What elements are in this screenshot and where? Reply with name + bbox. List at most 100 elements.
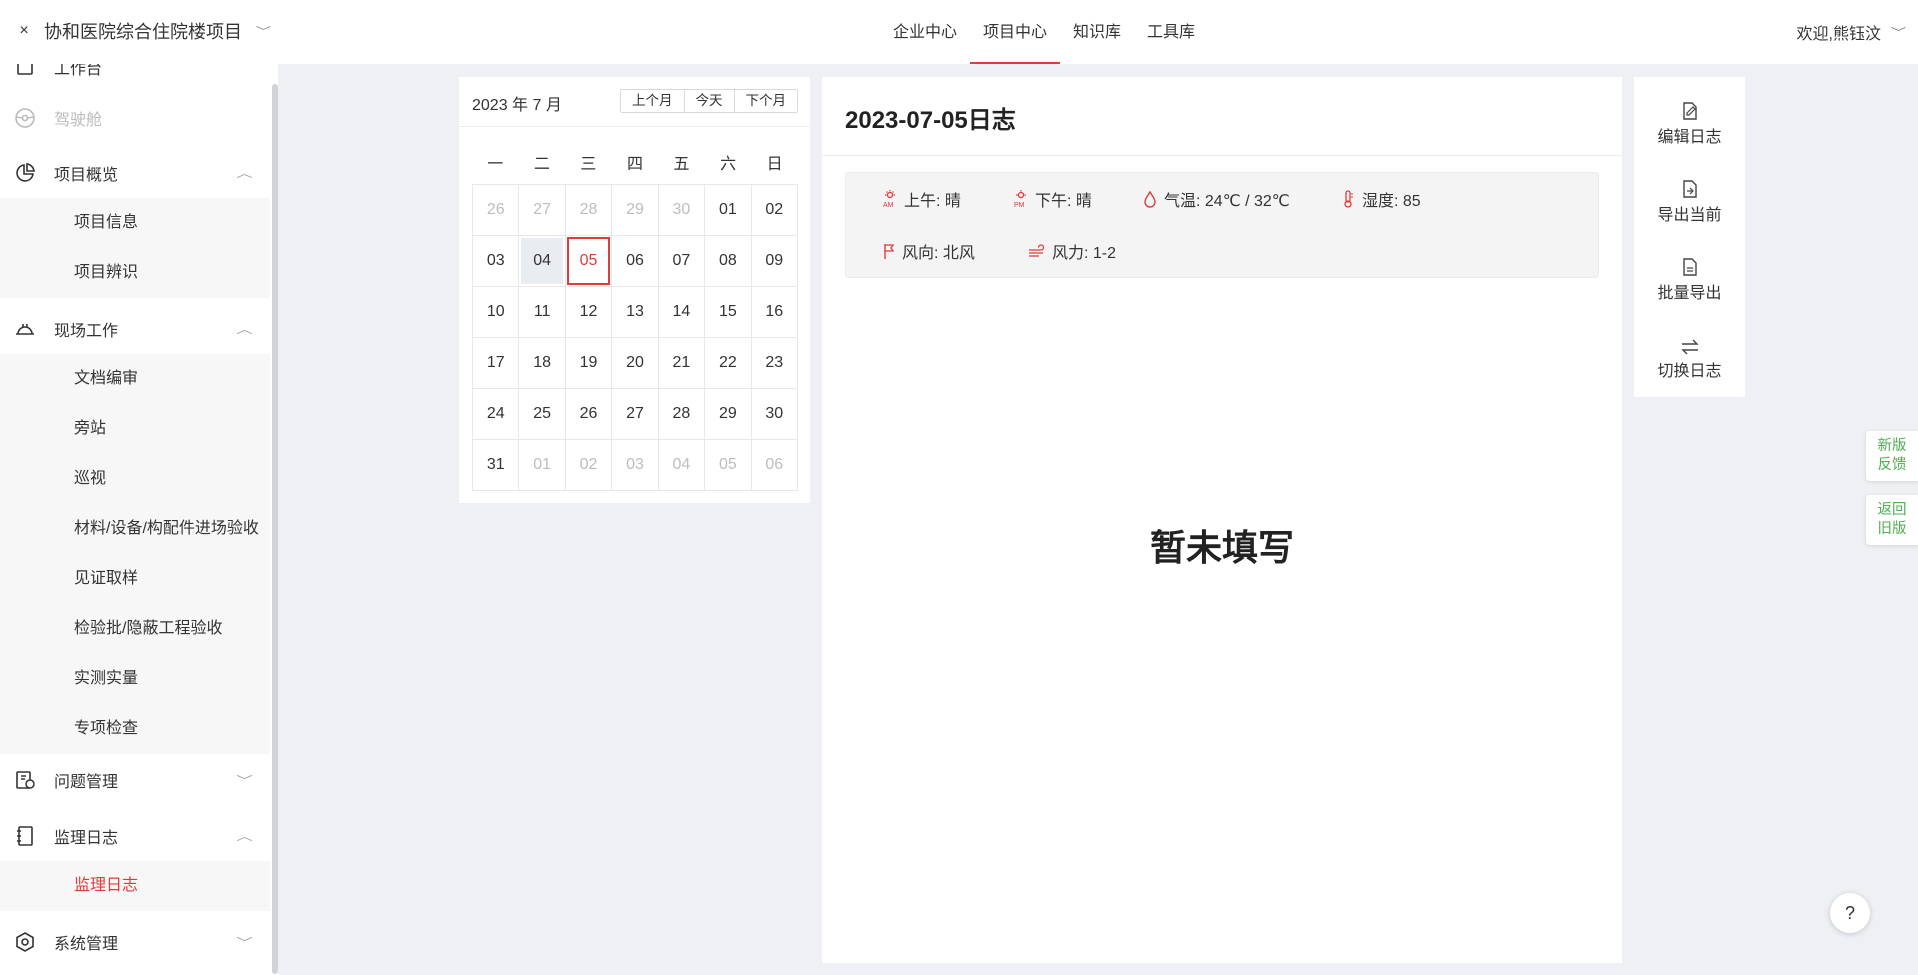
tab-knowledge-base[interactable]: 知识库 <box>1060 0 1134 64</box>
calendar-day[interactable]: 03 <box>473 236 520 287</box>
new-feedback-line2: 反馈 <box>1877 457 1907 473</box>
calendar-day[interactable]: 24 <box>473 389 520 440</box>
sidebar-item-issue-management[interactable]: 问题管理 ﹀ <box>0 755 270 805</box>
calendar-day[interactable]: 14 <box>658 287 706 338</box>
sidebar-item-side-station[interactable]: 旁站 <box>0 404 270 454</box>
calendar-day-number: 01 <box>533 456 552 473</box>
chevron-down-icon[interactable]: ﹀ <box>256 23 271 39</box>
sidebar-item-witness-sampling[interactable]: 见证取样 <box>0 554 270 604</box>
sidebar-item-doc-review[interactable]: 文档编审 <box>0 354 270 404</box>
calendar-day[interactable]: 13 <box>612 287 659 338</box>
sidebar-item-project-overview[interactable]: 项目概览 ︿ <box>0 148 270 198</box>
sidebar-item-supervision-log[interactable]: 监理日志 ︿ <box>0 811 270 861</box>
divider <box>459 126 810 127</box>
prev-month-button[interactable]: 上个月 <box>621 90 685 112</box>
calendar-day[interactable]: 05 <box>705 440 752 491</box>
chevron-up-icon[interactable]: ︿ <box>236 165 253 181</box>
calendar-day[interactable]: 22 <box>705 338 752 389</box>
calendar-day[interactable]: 02 <box>751 185 798 236</box>
next-month-button[interactable]: 下个月 <box>735 90 798 112</box>
weather-wind-force-text: 风力: 1-2 <box>1052 245 1117 262</box>
sidebar-scrollbar[interactable] <box>272 84 278 974</box>
tab-tool-library[interactable]: 工具库 <box>1134 0 1208 64</box>
calendar-day-number: 03 <box>486 252 505 269</box>
submenu-supervision-log: 监理日志 <box>0 861 270 911</box>
calendar-day[interactable]: 20 <box>612 338 659 389</box>
welcome-text[interactable]: 欢迎,熊钰汶 <box>1797 20 1881 44</box>
calendar-day[interactable]: 15 <box>705 287 752 338</box>
calendar-day[interactable]: 03 <box>612 440 659 491</box>
calendar-day-selected[interactable]: 05 <box>565 236 613 287</box>
sidebar-item-patrol[interactable]: 巡视 <box>0 454 270 504</box>
calendar-day[interactable]: 29 <box>705 389 752 440</box>
calendar-day[interactable]: 27 <box>612 389 659 440</box>
sidebar-item-material-acceptance[interactable]: 材料/设备/构配件进场验收 <box>0 504 270 554</box>
sidebar-item-inspection-lot[interactable]: 检验批/隐蔽工程验收 <box>0 604 270 654</box>
calendar-day[interactable]: 10 <box>473 287 520 338</box>
calendar-day[interactable]: 19 <box>565 338 613 389</box>
sidebar-item-workbench[interactable]: 工作台 <box>0 64 270 92</box>
sidebar: 工作台 驾驶舱 项目概览 ︿ 项目信息 项目辨识 现场工作 ︿ 文档编审 旁站 … <box>0 64 278 975</box>
sidebar-item-label: 工作台 <box>54 64 103 78</box>
calendar-day[interactable]: 28 <box>565 185 613 236</box>
chevron-up-icon[interactable]: ︿ <box>236 828 253 844</box>
calendar-day[interactable]: 09 <box>751 236 798 287</box>
calendar-day[interactable]: 16 <box>751 287 798 338</box>
sidebar-item-site-work[interactable]: 现场工作 ︿ <box>0 304 270 354</box>
calendar-day[interactable]: 31 <box>473 440 520 491</box>
calendar-day[interactable]: 06 <box>612 236 659 287</box>
help-button[interactable]: ? <box>1830 893 1870 933</box>
calendar-day[interactable]: 30 <box>658 185 706 236</box>
batch-export-button[interactable]: 批量导出 <box>1634 255 1745 315</box>
calendar-day[interactable]: 02 <box>565 440 613 491</box>
close-icon[interactable]: × <box>14 22 34 40</box>
chevron-down-icon[interactable]: ﹀ <box>236 772 253 788</box>
calendar-day[interactable]: 01 <box>705 185 752 236</box>
sidebar-item-label: 现场工作 <box>54 323 119 340</box>
calendar-day[interactable]: 23 <box>751 338 798 389</box>
calendar-day[interactable]: 04 <box>658 440 706 491</box>
edit-log-button[interactable]: 编辑日志 <box>1634 99 1745 159</box>
calendar-day[interactable]: 30 <box>751 389 798 440</box>
sidebar-item-cockpit[interactable]: 驾驶舱 <box>0 93 270 143</box>
chevron-down-icon[interactable]: ﹀ <box>1891 24 1906 40</box>
calendar-day[interactable]: 21 <box>658 338 706 389</box>
today-button[interactable]: 今天 <box>685 90 735 112</box>
calendar-day[interactable]: 11 <box>519 287 566 338</box>
calendar-day[interactable]: 12 <box>565 287 613 338</box>
tab-project-center[interactable]: 项目中心 <box>970 0 1061 64</box>
sidebar-item-project-identification[interactable]: 项目辨识 <box>0 248 270 298</box>
calendar-day[interactable]: 07 <box>658 236 706 287</box>
sidebar-item-special-check[interactable]: 专项检查 <box>0 704 270 754</box>
new-feedback-button[interactable]: 新版 反馈 <box>1866 431 1918 481</box>
calendar-day[interactable]: 29 <box>612 185 659 236</box>
sidebar-item-supervision-log-page[interactable]: 监理日志 <box>0 861 270 911</box>
calendar-day[interactable]: 25 <box>519 389 566 440</box>
project-name[interactable]: 协和医院综合住院楼项目 <box>44 18 242 44</box>
sidebar-item-project-info[interactable]: 项目信息 <box>0 198 270 248</box>
return-old-version-button[interactable]: 返回 旧版 <box>1866 495 1918 545</box>
tab-enterprise-center[interactable]: 企业中心 <box>880 0 970 64</box>
user-menu[interactable]: 欢迎,熊钰汶 ﹀ <box>1797 20 1907 44</box>
calendar-day[interactable]: 26 <box>473 185 520 236</box>
calendar-day-today[interactable]: 04 <box>519 236 566 287</box>
switch-log-button[interactable]: 切换日志 <box>1634 333 1745 393</box>
calendar-day[interactable]: 06 <box>751 440 798 491</box>
calendar-day[interactable]: 01 <box>519 440 566 491</box>
calendar-day[interactable]: 17 <box>473 338 520 389</box>
chevron-up-icon[interactable]: ︿ <box>236 321 253 337</box>
chevron-down-icon[interactable]: ﹀ <box>236 934 253 950</box>
calendar-day[interactable]: 08 <box>705 236 752 287</box>
weather-wind-force: 风力: 1-2 <box>1028 239 1116 263</box>
export-current-button[interactable]: 导出当前 <box>1634 177 1745 237</box>
calendar-day-number: 21 <box>672 354 691 371</box>
sidebar-item-measurement[interactable]: 实测实量 <box>0 654 270 704</box>
calendar-day[interactable]: 27 <box>519 185 566 236</box>
workbench-icon <box>14 64 36 78</box>
sidebar-item-system-management[interactable]: 系统管理 ﹀ <box>0 917 270 967</box>
calendar-day[interactable]: 18 <box>519 338 566 389</box>
project-selector[interactable]: × 协和医院综合住院楼项目 ﹀ <box>14 16 271 46</box>
calendar-day-number: 07 <box>672 252 691 269</box>
calendar-day[interactable]: 28 <box>658 389 706 440</box>
calendar-day[interactable]: 26 <box>565 389 613 440</box>
